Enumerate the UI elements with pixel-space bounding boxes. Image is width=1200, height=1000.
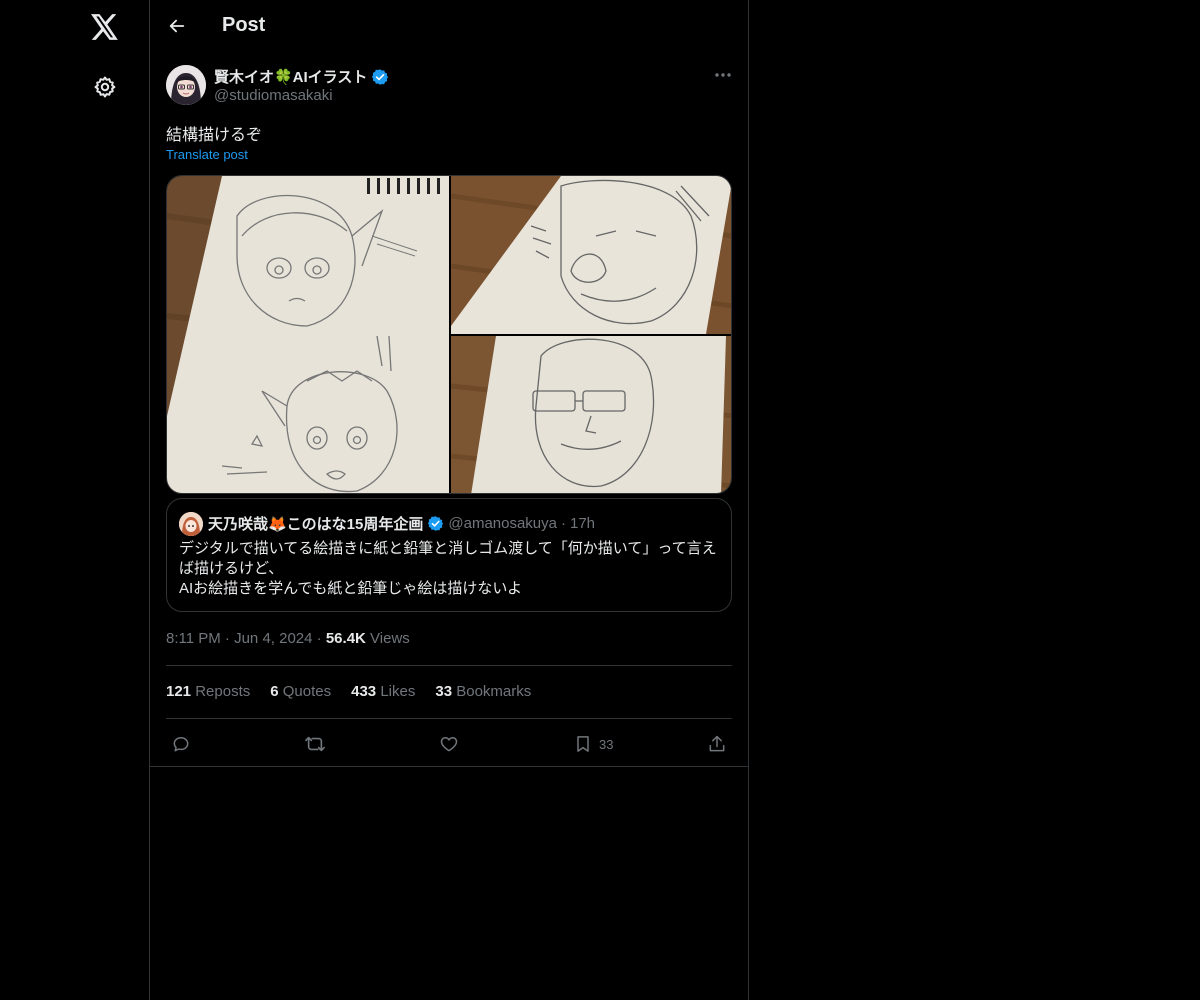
quote-separator: · (561, 515, 566, 532)
translate-post-link[interactable]: Translate post (166, 147, 248, 162)
share-button[interactable] (707, 729, 727, 759)
like-icon (440, 737, 458, 752)
left-rail (0, 0, 150, 1000)
likes-stat[interactable]: 433 Likes (351, 683, 415, 700)
gear-icon[interactable] (83, 65, 127, 109)
bookmarks-label: Bookmarks (456, 683, 532, 700)
reply-icon (173, 737, 189, 752)
author-handle[interactable]: @studiomasakaki (214, 87, 333, 104)
repost-button[interactable] (304, 729, 326, 759)
photo-2[interactable] (451, 176, 731, 334)
quotes-count: 6 (270, 683, 279, 700)
verified-badge-icon (372, 68, 389, 85)
bookmarks-count: 33 (435, 683, 453, 700)
bookmarks-stat[interactable]: 33 Bookmarks (435, 683, 531, 700)
quoted-post[interactable]: 天乃咲哉🦊このはな15周年企画 @amanosakuya · 17h デジタルで… (166, 498, 732, 612)
author-name[interactable]: 賢木イオ🍀AIイラスト (214, 66, 389, 87)
media-grid (166, 175, 732, 494)
likes-count: 433 (351, 683, 377, 700)
meta-separator: · (316, 630, 322, 647)
post-date[interactable]: Jun 4, 2024 (234, 630, 312, 647)
meta-separator: · (224, 630, 230, 647)
page-header: Post (150, 0, 748, 53)
share-icon (709, 735, 725, 752)
divider (166, 718, 732, 719)
main-column: Post 賢木イオ🍀AIイラスト @studiomasakaki 結構描けるぞ … (149, 0, 749, 1000)
more-button[interactable] (710, 66, 736, 84)
reply-button[interactable] (171, 729, 191, 759)
quote-text: デジタルで描いてる絵描きに紙と鉛筆と消しゴム渡して「何か描いて」って言えば描ける… (179, 539, 724, 599)
quote-text-line-2: AIお絵描きを学んでも紙と鉛筆じゃ絵は描けないよ (179, 580, 523, 597)
post-meta: 8:11 PM · Jun 4, 2024 · 56.4K Views (166, 630, 410, 647)
author-name-text: 賢木イオ🍀AIイラスト (214, 69, 368, 86)
divider (166, 665, 732, 666)
quote-text-line-1: デジタルで描いてる絵描きに紙と鉛筆と消しゴム渡して「何か描いて」って言えば描ける… (179, 540, 717, 577)
likes-label: Likes (380, 683, 416, 700)
x-logo-icon[interactable] (83, 5, 127, 49)
views-count: 56.4K (325, 630, 366, 647)
verified-badge-icon (428, 516, 444, 531)
quote-author-name: 天乃咲哉🦊このはな15周年企画 (208, 516, 424, 533)
engagement-stats: 121 Reposts 6 Quotes 433 Likes 33 Bookma… (166, 683, 531, 700)
reposts-count: 121 (166, 683, 192, 700)
action-bar: 33 (150, 729, 748, 759)
quote-header: 天乃咲哉🦊このはな15周年企画 @amanosakuya · 17h (208, 513, 595, 534)
photo-3[interactable] (451, 336, 731, 493)
divider (150, 766, 748, 767)
back-arrow-icon (169, 19, 185, 33)
more-icon (715, 73, 731, 77)
bookmark-icon (577, 736, 589, 752)
like-button[interactable] (439, 729, 459, 759)
repost-icon (305, 736, 325, 752)
photo-1[interactable] (167, 176, 449, 493)
avatar[interactable] (166, 65, 206, 105)
bookmark-button[interactable]: 33 (573, 729, 613, 759)
post-text: 結構描けるぞ (166, 127, 263, 144)
quotes-stat[interactable]: 6 Quotes (270, 683, 331, 700)
bookmark-count: 33 (599, 736, 614, 752)
views-label: Views (370, 630, 410, 647)
post-time[interactable]: 8:11 PM (166, 630, 221, 647)
quotes-label: Quotes (282, 683, 332, 700)
quote-author-handle: @amanosakuya (448, 515, 557, 532)
quote-avatar (179, 512, 203, 536)
reposts-label: Reposts (195, 683, 251, 700)
back-button[interactable] (160, 9, 194, 43)
reposts-stat[interactable]: 121 Reposts (166, 683, 250, 700)
page-title: Post (222, 14, 266, 36)
quote-timestamp: 17h (570, 515, 596, 532)
